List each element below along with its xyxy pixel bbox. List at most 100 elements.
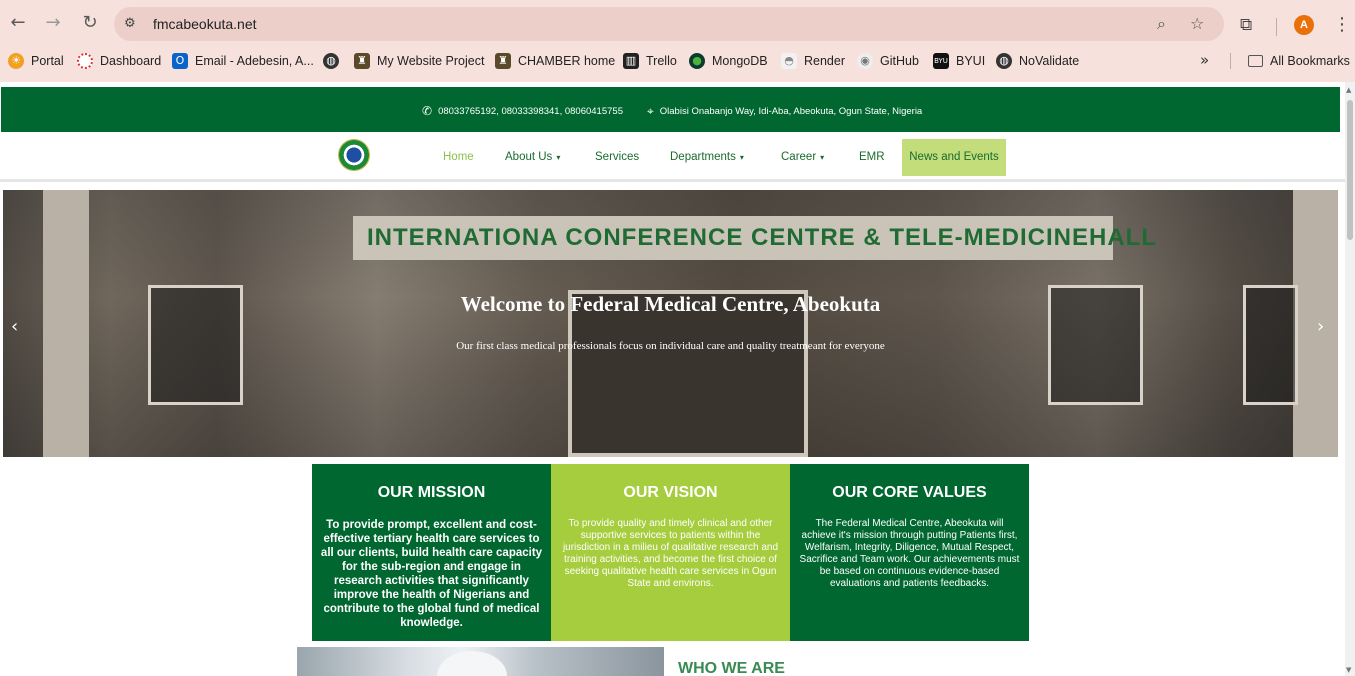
portal-icon: ☀ [8,53,24,69]
all-bookmarks-label: All Bookmarks [1270,54,1350,68]
bookmark-render[interactable]: ◓ Render [781,52,845,70]
web-page: ✆ 08033765192, 08033398341, 08060415755 … [0,82,1345,676]
phone-icon: ✆ [422,104,433,118]
folder-icon [1248,55,1263,67]
bookmark-label: BYUI [956,54,986,68]
dashboard-icon [77,53,93,69]
bookmark-label: My Website Project [377,54,485,68]
phone-numbers: 08033765192, 08033398341, 08060415755 [438,105,623,117]
render-icon: ◓ [781,53,797,69]
byui-icon: BYU [933,53,949,69]
fmc-logo[interactable] [338,139,370,171]
bookmarks-bar: ☀ Portal Dashboard O Email - Adebesin, A… [0,48,1355,74]
carousel-prev-icon[interactable]: ‹ [11,316,18,337]
bookmark-label: Trello [646,54,677,68]
scrollbar-thumb[interactable] [1347,100,1353,240]
address-text: Olabisi Onabanjo Way, Idi-Aba, Abeokuta,… [659,106,923,117]
profile-avatar[interactable]: A [1294,15,1314,35]
image-detail [437,651,507,676]
chevron-down-icon: ▾ [820,153,825,162]
nav-news-and-events[interactable]: News and Events [902,139,1006,176]
bookmark-label: Email - Adebesin, A... [195,54,314,68]
bookmark-email[interactable]: O Email - Adebesin, A... [172,52,314,70]
nav-about-us[interactable]: About Us ▾ [505,151,560,163]
bookmark-github[interactable]: ◉ GitHub [857,52,919,70]
outlook-icon: O [172,53,188,69]
scroll-down-icon[interactable]: ▼ [1346,666,1351,674]
chevron-down-icon: ▾ [739,153,744,162]
bookmark-star-icon[interactable]: ☆ [1190,14,1204,33]
hero-title: Welcome to Federal Medical Centre, Abeok… [460,292,881,316]
bookmark-label: Portal [31,54,64,68]
mission-vision-values: OUR MISSION To provide prompt, excellent… [312,464,1029,641]
zoom-icon[interactable]: ⌕ [1157,14,1166,34]
bookmark-mongodb[interactable]: ● MongoDB [689,52,768,70]
forward-icon[interactable]: → [42,12,64,34]
github-icon: ◉ [857,53,873,69]
bookmarks-divider [1230,53,1231,69]
vision-text: To provide quality and timely clinical a… [562,518,779,589]
nav-home[interactable]: Home [443,151,474,163]
bookmark-label: GitHub [880,54,919,68]
project-icon: ♜ [354,53,370,69]
who-we-are-heading: WHO WE ARE [678,660,785,676]
bookmark-novalidate[interactable]: ◍ NoValidate [996,52,1079,70]
scroll-up-icon[interactable]: ▲ [1346,86,1351,94]
trello-icon: ▥ [623,53,639,69]
contact-bar: ✆ 08033765192, 08033398341, 08060415755 … [1,87,1340,132]
bookmark-trello[interactable]: ▥ Trello [623,52,677,70]
browser-menu-icon[interactable]: ⋮ [1333,14,1351,35]
hero-photo-detail [43,190,89,457]
nav-departments[interactable]: Departments ▾ [670,151,744,163]
bookmark-globe[interactable]: ◍ [323,52,346,70]
nav-emr[interactable]: EMR [859,151,885,163]
hero-photo-detail [1293,190,1338,457]
core-values-title: OUR CORE VALUES [832,484,987,501]
main-navigation: Home About Us ▾ Services Departments ▾ Car… [0,132,1345,182]
site-settings-icon[interactable]: ⚙ [124,16,140,32]
nav-career-label: Career [781,151,817,163]
carousel-next-icon[interactable]: › [1317,316,1324,337]
vision-card: OUR VISION To provide quality and timely… [551,464,790,641]
hero-subtitle: Our first class medical professionals fo… [456,340,885,352]
core-values-card: OUR CORE VALUES The Federal Medical Cent… [790,464,1029,641]
location-pin-icon: ⌖ [647,104,654,118]
bookmark-chamber-home[interactable]: ♜ CHAMBER home [495,52,615,70]
nav-about-label: About Us [505,151,553,163]
bookmark-byui[interactable]: BYU BYUI [933,52,985,70]
contact-address: ⌖ Olabisi Onabanjo Way, Idi-Aba, Abeokut… [647,104,922,119]
chamber-icon: ♜ [495,53,511,69]
bookmark-label: NoValidate [1019,54,1080,68]
bookmark-my-website-project[interactable]: ♜ My Website Project [354,52,484,70]
core-values-text: The Federal Medical Centre, Abeokuta wil… [799,518,1020,589]
bookmark-dashboard[interactable]: Dashboard [77,52,161,70]
building-sign: INTERNATIONA CONFERENCE CENTRE & TELE-ME… [367,224,1157,251]
page-scrollbar[interactable]: ▲ ▼ [1345,82,1355,676]
bookmark-label: MongoDB [712,54,768,68]
browser-toolbar: ← → ↻ ⚙ fmcabeokuta.net ⌕ ☆ ⧉ A ⋮ [0,4,1355,44]
all-bookmarks-button[interactable]: All Bookmarks [1248,52,1350,70]
bookmark-portal[interactable]: ☀ Portal [8,52,64,70]
nav-career[interactable]: Career ▾ [781,151,824,163]
hero-carousel: INTERNATIONA CONFERENCE CENTRE & TELE-ME… [3,190,1338,457]
mission-card: OUR MISSION To provide prompt, excellent… [312,464,551,641]
reload-icon[interactable]: ↻ [79,12,101,34]
url-text[interactable]: fmcabeokuta.net [153,16,257,32]
mission-title: OUR MISSION [377,484,486,501]
contact-phones: ✆ 08033765192, 08033398341, 08060415755 [422,104,623,118]
more-bookmarks-icon[interactable]: » [1200,51,1209,69]
nav-services[interactable]: Services [595,151,639,163]
address-bar[interactable]: ⚙ fmcabeokuta.net ⌕ ☆ [114,7,1224,41]
bookmark-label: Render [804,54,845,68]
globe-icon: ◍ [323,53,339,69]
chevron-down-icon: ▾ [556,153,561,162]
nav-departments-label: Departments [670,151,736,163]
bookmark-label: CHAMBER home [518,54,616,68]
extensions-icon[interactable]: ⧉ [1240,15,1252,35]
bookmark-label: Dashboard [100,54,162,68]
toolbar-divider [1276,18,1277,36]
browser-chrome: ← → ↻ ⚙ fmcabeokuta.net ⌕ ☆ ⧉ A ⋮ ☀ Port… [0,0,1355,82]
novalidate-icon: ◍ [996,53,1012,69]
back-icon[interactable]: ← [7,12,29,34]
mission-text: To provide prompt, excellent and cost-ef… [320,519,543,629]
